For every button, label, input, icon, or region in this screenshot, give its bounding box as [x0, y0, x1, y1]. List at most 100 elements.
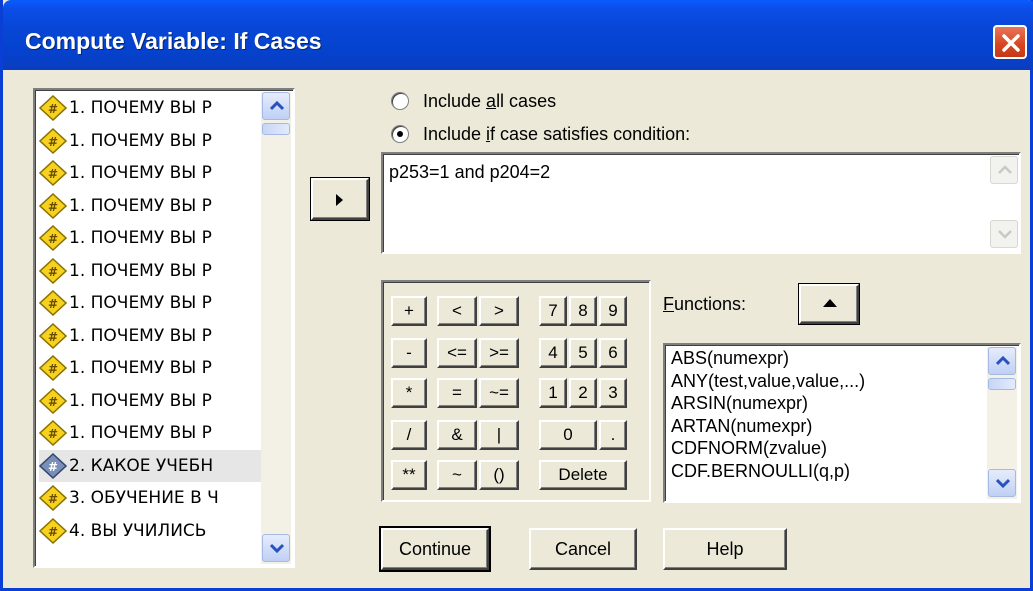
condition-scroll-down-button[interactable]	[990, 220, 1018, 248]
functions-scroll-thumb[interactable]	[988, 378, 1016, 390]
numeric-variable-icon: #	[39, 160, 67, 186]
numeric-variable-icon: #	[39, 95, 67, 121]
function-item[interactable]: CDFNORM(zvalue)	[671, 438, 827, 460]
variable-label: 3. ОБУЧЕНИЕ В Ч	[69, 488, 219, 508]
key-plus[interactable]: +	[391, 296, 427, 326]
key-minus[interactable]: -	[391, 338, 427, 368]
function-item[interactable]: ABS(numexpr)	[671, 348, 789, 370]
condition-scrollbar[interactable]	[989, 156, 1018, 250]
scroll-down-button[interactable]	[262, 534, 290, 562]
key-5[interactable]: 5	[569, 338, 597, 368]
key-and[interactable]: &	[437, 420, 477, 450]
include-if-radio[interactable]	[391, 125, 409, 143]
numeric-variable-icon: #	[39, 387, 67, 414]
variable-label: 1. ПОЧЕМУ ВЫ Р	[69, 358, 212, 378]
title-bar[interactable]: Compute Variable: If Cases	[3, 0, 1033, 70]
numeric-variable-icon: #	[39, 257, 67, 284]
key-not[interactable]: ~	[437, 460, 477, 490]
key-less-than[interactable]: <	[437, 296, 477, 326]
key-power[interactable]: **	[391, 460, 427, 490]
variable-item[interactable]: #1. ПОЧЕМУ ВЫ Р	[39, 385, 263, 417]
function-item[interactable]: CDF.BERNOULLI(q,p)	[671, 461, 850, 483]
variable-item[interactable]: #1. ПОЧЕМУ ВЫ Р	[39, 287, 263, 319]
variable-label: 1. ПОЧЕМУ ВЫ Р	[69, 228, 212, 248]
svg-text:#: #	[48, 395, 58, 409]
variable-item[interactable]: #1. ПОЧЕМУ ВЫ Р	[39, 190, 263, 222]
function-item[interactable]: ARTAN(numexpr)	[671, 416, 812, 438]
key-less-equal[interactable]: <=	[437, 338, 477, 368]
key-6[interactable]: 6	[599, 338, 627, 368]
cancel-button[interactable]: Cancel	[529, 528, 637, 570]
variable-item[interactable]: #1. ПОЧЕМУ ВЫ Р	[39, 157, 263, 189]
chevron-down-icon	[996, 478, 1010, 488]
functions-scroll-up-button[interactable]	[988, 347, 1016, 375]
help-button[interactable]: Help	[663, 528, 787, 570]
key-9[interactable]: 9	[599, 296, 627, 326]
key-equal[interactable]: =	[437, 378, 477, 408]
key-multiply[interactable]: *	[391, 378, 427, 408]
svg-text:#: #	[48, 427, 58, 441]
variable-label: 1. ПОЧЕМУ ВЫ Р	[69, 98, 212, 118]
scroll-thumb[interactable]	[262, 123, 290, 135]
functions-list[interactable]: ABS(numexpr) ANY(test,value,value,...) ARS…	[663, 343, 1021, 503]
key-1[interactable]: 1	[539, 378, 567, 408]
variable-item[interactable]: #1. ПОЧЕМУ ВЫ Р	[39, 125, 263, 157]
key-greater-than[interactable]: >	[479, 296, 519, 326]
function-item[interactable]: ARSIN(numexpr)	[671, 393, 808, 415]
variable-label: 1. ПОЧЕМУ ВЫ Р	[69, 163, 212, 183]
key-0[interactable]: 0	[539, 420, 597, 450]
variable-item[interactable]: #4. ВЫ УЧИЛИСЬ	[39, 515, 263, 547]
variable-list[interactable]: #1. ПОЧЕМУ ВЫ Р #1. ПОЧЕМУ ВЫ Р #1. ПОЧЕМУ…	[33, 88, 295, 568]
condition-expression: p253=1 and p204=2	[389, 162, 551, 182]
numeric-variable-icon: #	[39, 517, 67, 544]
variable-item[interactable]: #3. ОБУЧЕНИЕ В Ч	[39, 482, 263, 514]
variable-list-scrollbar[interactable]	[261, 92, 291, 564]
condition-scroll-up-button[interactable]	[990, 156, 1018, 184]
numeric-variable-icon: #	[39, 355, 67, 381]
key-greater-equal[interactable]: >=	[479, 338, 519, 368]
svg-text:#: #	[48, 232, 58, 246]
numeric-variable-icon: #	[39, 127, 67, 154]
variable-item[interactable]: #1. ПОЧЕМУ ВЫ Р	[39, 255, 263, 287]
key-3[interactable]: 3	[599, 378, 627, 408]
variable-item[interactable]: #2. КАКОЕ УЧЕБН	[39, 449, 263, 482]
key-8[interactable]: 8	[569, 296, 597, 326]
variable-item[interactable]: #1. ПОЧЕМУ ВЫ Р	[39, 92, 263, 124]
insert-function-button[interactable]	[799, 284, 859, 324]
numeric-variable-icon: #	[39, 290, 67, 316]
svg-text:#: #	[48, 460, 58, 474]
close-button[interactable]	[993, 25, 1027, 59]
key-delete[interactable]: Delete	[539, 460, 627, 490]
svg-text:#: #	[48, 362, 58, 376]
variable-item[interactable]: #1. ПОЧЕМУ ВЫ Р	[39, 320, 263, 352]
move-variable-button[interactable]	[311, 178, 369, 220]
functions-scroll-down-button[interactable]	[988, 469, 1016, 497]
numeric-variable-icon: #	[39, 322, 67, 349]
variable-item[interactable]: #1. ПОЧЕМУ ВЫ Р	[39, 222, 263, 254]
variable-item[interactable]: #1. ПОЧЕМУ ВЫ Р	[39, 417, 263, 449]
include-all-label: Include all cases	[423, 90, 557, 111]
function-item[interactable]: ANY(test,value,value,...)	[671, 371, 865, 393]
include-if-option[interactable]: Include if case satisfies condition:	[391, 121, 690, 147]
chevron-down-icon	[270, 543, 284, 553]
svg-text:#: #	[48, 265, 58, 279]
key-2[interactable]: 2	[569, 378, 597, 408]
variable-label: 4. ВЫ УЧИЛИСЬ	[69, 520, 207, 541]
include-all-radio[interactable]	[391, 92, 409, 110]
key-parentheses[interactable]: ()	[479, 460, 519, 490]
svg-text:#: #	[48, 297, 58, 311]
variable-item[interactable]: #1. ПОЧЕМУ ВЫ Р	[39, 352, 263, 384]
key-not-equal[interactable]: ~=	[479, 378, 519, 408]
functions-scrollbar[interactable]	[987, 347, 1017, 499]
key-decimal[interactable]: .	[599, 420, 627, 450]
include-all-option[interactable]: Include all cases	[391, 88, 556, 114]
condition-textarea[interactable]: p253=1 and p204=2	[381, 152, 1021, 254]
key-4[interactable]: 4	[539, 338, 567, 368]
key-divide[interactable]: /	[391, 420, 427, 450]
scroll-up-button[interactable]	[262, 92, 290, 120]
numeric-variable-icon: #	[39, 192, 67, 219]
chevron-up-icon	[270, 101, 284, 111]
continue-button[interactable]: Continue	[381, 528, 489, 570]
key-or[interactable]: |	[479, 420, 519, 450]
key-7[interactable]: 7	[539, 296, 567, 326]
